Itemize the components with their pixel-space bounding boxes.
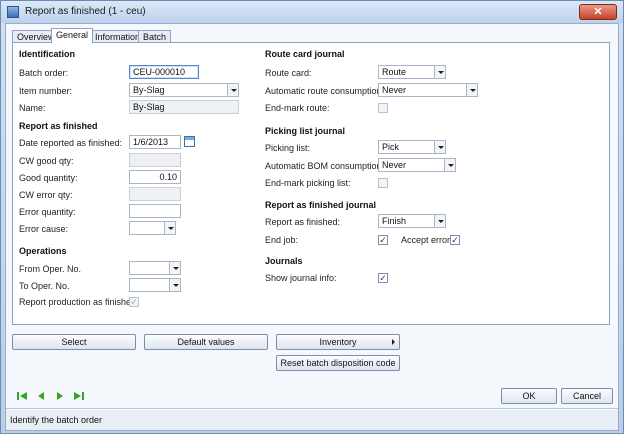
reset-batch-disposition-button[interactable]: Reset batch disposition code [276, 355, 400, 371]
good-quantity-field[interactable]: 0.10 [129, 170, 181, 184]
window-title: Report as finished (1 - ceu) [25, 6, 146, 17]
chevron-down-icon[interactable] [466, 84, 477, 96]
chevron-down-icon[interactable] [434, 66, 445, 78]
ok-button[interactable]: OK [501, 388, 557, 404]
app-icon [7, 6, 19, 18]
inventory-button-label: Inventory [319, 337, 357, 347]
auto-bom-consumption-field[interactable]: Never [378, 158, 456, 172]
first-record-icon[interactable] [16, 390, 28, 402]
date-reported-label: Date reported as finished: [19, 138, 123, 148]
chevron-down-icon[interactable] [444, 159, 455, 171]
raf-journal-heading: Report as finished journal [265, 200, 377, 210]
status-separator [6, 408, 618, 409]
item-number-label: Item number: [19, 86, 73, 96]
default-values-button[interactable]: Default values [144, 334, 268, 350]
error-cause-label: Error cause: [19, 224, 69, 234]
accept-error-checkbox[interactable]: ✓ [450, 235, 460, 245]
cw-error-qty-label: CW error qty: [19, 190, 73, 200]
route-card-field[interactable]: Route [378, 65, 446, 79]
previous-record-icon[interactable] [35, 390, 47, 402]
close-button[interactable]: ✕ [579, 4, 617, 20]
chevron-down-icon[interactable] [227, 84, 238, 96]
chevron-down-icon[interactable] [164, 222, 175, 234]
accept-error-label: Accept error: [401, 235, 453, 245]
date-reported-field[interactable]: 1/6/2013 [129, 135, 181, 149]
chevron-down-icon[interactable] [434, 215, 445, 227]
end-mark-route-label: End-mark route: [265, 103, 330, 113]
auto-bom-consumption-label: Automatic BOM consumption: [265, 161, 385, 171]
auto-bom-consumption-value: Never [382, 160, 407, 170]
dialog-window: Report as finished (1 - ceu) ✕ Overview … [0, 0, 624, 434]
general-tab-panel: Identification Batch order: CEU-000010 I… [12, 42, 610, 325]
name-field[interactable]: By-Slag [129, 100, 239, 114]
next-record-icon[interactable] [54, 390, 66, 402]
batch-order-field[interactable]: CEU-000010 [129, 65, 199, 79]
title-bar[interactable]: Report as finished (1 - ceu) ✕ [1, 1, 623, 23]
item-number-field[interactable]: By-Slag [129, 83, 239, 97]
from-oper-field[interactable] [129, 261, 181, 275]
report-as-finished-heading: Report as finished [19, 121, 98, 131]
item-number-value: By-Slag [133, 85, 165, 95]
auto-route-consumption-label: Automatic route consumption: [265, 86, 385, 96]
journals-heading: Journals [265, 256, 303, 266]
identification-heading: Identification [19, 49, 75, 59]
good-quantity-label: Good quantity: [19, 173, 78, 183]
to-oper-field[interactable] [129, 278, 181, 292]
last-record-icon[interactable] [73, 390, 85, 402]
status-bar: Identify the batch order [6, 410, 618, 430]
report-production-label: Report production as finished: [19, 297, 139, 307]
to-oper-label: To Oper. No. [19, 281, 70, 291]
cw-good-qty-label: CW good qty: [19, 156, 74, 166]
from-oper-label: From Oper. No. [19, 264, 82, 274]
dialog-body: Overview General Information Batch Ident… [5, 23, 619, 431]
picking-list-field[interactable]: Pick [378, 140, 446, 154]
chevron-down-icon[interactable] [169, 262, 180, 274]
end-mark-picking-label: End-mark picking list: [265, 178, 351, 188]
calendar-icon[interactable] [184, 136, 195, 147]
cw-error-qty-field[interactable] [129, 187, 181, 201]
auto-route-consumption-value: Never [382, 85, 407, 95]
raf-label: Report as finished: [265, 217, 341, 227]
route-card-heading: Route card journal [265, 49, 345, 59]
end-mark-route-checkbox[interactable] [378, 103, 388, 113]
raf-value: Finish [382, 216, 407, 226]
name-label: Name: [19, 103, 46, 113]
inventory-button[interactable]: Inventory [276, 334, 400, 350]
error-quantity-label: Error quantity: [19, 207, 76, 217]
cw-good-qty-field[interactable] [129, 153, 181, 167]
show-journal-info-label: Show journal info: [265, 273, 337, 283]
end-mark-picking-checkbox[interactable] [378, 178, 388, 188]
end-job-label: End job: [265, 235, 299, 245]
picking-list-value: Pick [382, 142, 400, 152]
picking-list-label: Picking list: [265, 143, 311, 153]
batch-order-label: Batch order: [19, 68, 69, 78]
arrow-right-icon [392, 339, 395, 345]
cancel-button[interactable]: Cancel [561, 388, 613, 404]
operations-heading: Operations [19, 246, 67, 256]
chevron-down-icon[interactable] [169, 279, 180, 291]
report-production-checkbox[interactable]: ✓ [129, 297, 139, 307]
error-cause-field[interactable] [129, 221, 176, 235]
route-card-label: Route card: [265, 68, 312, 78]
picking-list-heading: Picking list journal [265, 126, 346, 136]
select-button[interactable]: Select [12, 334, 136, 350]
chevron-down-icon[interactable] [434, 141, 445, 153]
route-card-value: Route [382, 67, 407, 77]
raf-field[interactable]: Finish [378, 214, 446, 228]
show-journal-info-checkbox[interactable]: ✓ [378, 273, 388, 283]
auto-route-consumption-field[interactable]: Never [378, 83, 478, 97]
tab-general[interactable]: General [51, 28, 94, 43]
error-quantity-field[interactable] [129, 204, 181, 218]
end-job-checkbox[interactable]: ✓ [378, 235, 388, 245]
